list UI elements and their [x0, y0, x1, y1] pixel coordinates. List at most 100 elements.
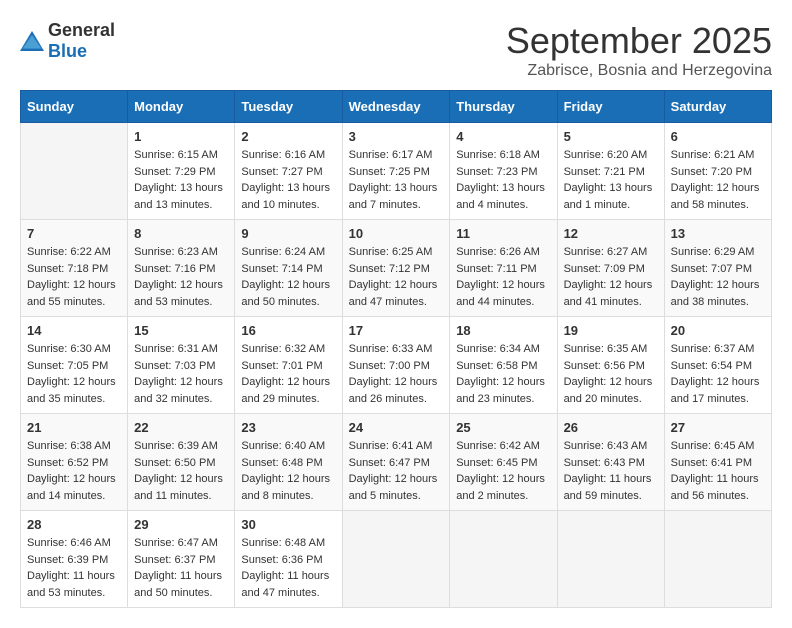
day-info: Sunrise: 6:29 AMSunset: 7:07 PMDaylight:…	[671, 244, 765, 310]
day-cell: 30 Sunrise: 6:48 AMSunset: 6:36 PMDayligh…	[235, 511, 342, 608]
day-number: 13	[671, 226, 765, 241]
weekday-header-thursday: Thursday	[450, 91, 557, 123]
day-cell	[342, 511, 450, 608]
day-cell: 13 Sunrise: 6:29 AMSunset: 7:07 PMDayligh…	[664, 220, 771, 317]
day-info: Sunrise: 6:15 AMSunset: 7:29 PMDaylight:…	[134, 147, 228, 213]
day-info: Sunrise: 6:39 AMSunset: 6:50 PMDaylight:…	[134, 438, 228, 504]
day-info: Sunrise: 6:22 AMSunset: 7:18 PMDaylight:…	[27, 244, 121, 310]
day-cell	[664, 511, 771, 608]
day-cell: 20 Sunrise: 6:37 AMSunset: 6:54 PMDayligh…	[664, 317, 771, 414]
header: General Blue September 2025 Zabrisce, Bo…	[20, 20, 772, 80]
day-number: 20	[671, 323, 765, 338]
day-cell	[557, 511, 664, 608]
day-cell: 29 Sunrise: 6:47 AMSunset: 6:37 PMDayligh…	[128, 511, 235, 608]
day-info: Sunrise: 6:27 AMSunset: 7:09 PMDaylight:…	[564, 244, 658, 310]
day-number: 30	[241, 517, 335, 532]
day-number: 22	[134, 420, 228, 435]
weekday-header-saturday: Saturday	[664, 91, 771, 123]
day-cell: 19Sunrise: 6:35 AMSunset: 6:56 PMDayligh…	[557, 317, 664, 414]
day-info: Sunrise: 6:25 AMSunset: 7:12 PMDaylight:…	[349, 244, 444, 310]
day-info: Sunrise: 6:30 AMSunset: 7:05 PMDaylight:…	[27, 341, 121, 407]
week-row-3: 21 Sunrise: 6:38 AMSunset: 6:52 PMDayligh…	[21, 414, 772, 511]
day-info: Sunrise: 6:31 AMSunset: 7:03 PMDaylight:…	[134, 341, 228, 407]
day-info: Sunrise: 6:34 AMSunset: 6:58 PMDaylight:…	[456, 341, 550, 407]
day-number: 16	[241, 323, 335, 338]
day-cell: 6 Sunrise: 6:21 AMSunset: 7:20 PMDaylight…	[664, 123, 771, 220]
month-title: September 2025	[506, 20, 772, 62]
day-cell: 5 Sunrise: 6:20 AMSunset: 7:21 PMDaylight…	[557, 123, 664, 220]
day-info: Sunrise: 6:18 AMSunset: 7:23 PMDaylight:…	[456, 147, 550, 213]
weekday-header-monday: Monday	[128, 91, 235, 123]
day-cell: 23 Sunrise: 6:40 AMSunset: 6:48 PMDayligh…	[235, 414, 342, 511]
day-number: 18	[456, 323, 550, 338]
day-number: 2	[241, 129, 335, 144]
day-info: Sunrise: 6:21 AMSunset: 7:20 PMDaylight:…	[671, 147, 765, 213]
day-number: 7	[27, 226, 121, 241]
logo-text: General Blue	[48, 20, 115, 62]
day-number: 9	[241, 226, 335, 241]
day-number: 26	[564, 420, 658, 435]
weekday-header-row: SundayMondayTuesdayWednesdayThursdayFrid…	[21, 91, 772, 123]
day-cell: 14 Sunrise: 6:30 AMSunset: 7:05 PMDayligh…	[21, 317, 128, 414]
day-number: 11	[456, 226, 550, 241]
day-cell: 15 Sunrise: 6:31 AMSunset: 7:03 PMDayligh…	[128, 317, 235, 414]
title-section: September 2025 Zabrisce, Bosnia and Herz…	[506, 20, 772, 80]
day-number: 28	[27, 517, 121, 532]
weekday-header-friday: Friday	[557, 91, 664, 123]
day-cell: 22 Sunrise: 6:39 AMSunset: 6:50 PMDayligh…	[128, 414, 235, 511]
day-cell: 27Sunrise: 6:45 AMSunset: 6:41 PMDayligh…	[664, 414, 771, 511]
week-row-4: 28 Sunrise: 6:46 AMSunset: 6:39 PMDayligh…	[21, 511, 772, 608]
day-cell: 1 Sunrise: 6:15 AMSunset: 7:29 PMDaylight…	[128, 123, 235, 220]
day-info: Sunrise: 6:48 AMSunset: 6:36 PMDaylight:…	[241, 535, 335, 601]
day-number: 19	[564, 323, 658, 338]
day-number: 17	[349, 323, 444, 338]
calendar-table: SundayMondayTuesdayWednesdayThursdayFrid…	[20, 90, 772, 608]
day-info: Sunrise: 6:33 AMSunset: 7:00 PMDaylight:…	[349, 341, 444, 407]
day-cell	[21, 123, 128, 220]
weekday-header-sunday: Sunday	[21, 91, 128, 123]
day-info: Sunrise: 6:40 AMSunset: 6:48 PMDaylight:…	[241, 438, 335, 504]
day-number: 10	[349, 226, 444, 241]
day-info: Sunrise: 6:47 AMSunset: 6:37 PMDaylight:…	[134, 535, 228, 601]
week-row-2: 14 Sunrise: 6:30 AMSunset: 7:05 PMDayligh…	[21, 317, 772, 414]
day-info: Sunrise: 6:43 AMSunset: 6:43 PMDaylight:…	[564, 438, 658, 504]
day-cell: 7 Sunrise: 6:22 AMSunset: 7:18 PMDaylight…	[21, 220, 128, 317]
day-number: 23	[241, 420, 335, 435]
day-cell: 8Sunrise: 6:23 AMSunset: 7:16 PMDaylight…	[128, 220, 235, 317]
day-number: 5	[564, 129, 658, 144]
day-cell: 16 Sunrise: 6:32 AMSunset: 7:01 PMDayligh…	[235, 317, 342, 414]
day-number: 6	[671, 129, 765, 144]
day-cell: 24Sunrise: 6:41 AMSunset: 6:47 PMDayligh…	[342, 414, 450, 511]
day-cell	[450, 511, 557, 608]
day-number: 15	[134, 323, 228, 338]
day-info: Sunrise: 6:23 AMSunset: 7:16 PMDaylight:…	[134, 244, 228, 310]
logo-icon	[20, 31, 44, 51]
day-info: Sunrise: 6:26 AMSunset: 7:11 PMDaylight:…	[456, 244, 550, 310]
day-cell: 9 Sunrise: 6:24 AMSunset: 7:14 PMDaylight…	[235, 220, 342, 317]
day-number: 12	[564, 226, 658, 241]
day-info: Sunrise: 6:46 AMSunset: 6:39 PMDaylight:…	[27, 535, 121, 601]
day-info: Sunrise: 6:38 AMSunset: 6:52 PMDaylight:…	[27, 438, 121, 504]
day-number: 1	[134, 129, 228, 144]
day-number: 25	[456, 420, 550, 435]
day-cell: 17 Sunrise: 6:33 AMSunset: 7:00 PMDayligh…	[342, 317, 450, 414]
week-row-0: 1 Sunrise: 6:15 AMSunset: 7:29 PMDaylight…	[21, 123, 772, 220]
day-cell: 26 Sunrise: 6:43 AMSunset: 6:43 PMDayligh…	[557, 414, 664, 511]
day-cell: 18 Sunrise: 6:34 AMSunset: 6:58 PMDayligh…	[450, 317, 557, 414]
day-number: 14	[27, 323, 121, 338]
day-cell: 21 Sunrise: 6:38 AMSunset: 6:52 PMDayligh…	[21, 414, 128, 511]
day-info: Sunrise: 6:45 AMSunset: 6:41 PMDaylight:…	[671, 438, 765, 504]
day-info: Sunrise: 6:20 AMSunset: 7:21 PMDaylight:…	[564, 147, 658, 213]
day-info: Sunrise: 6:24 AMSunset: 7:14 PMDaylight:…	[241, 244, 335, 310]
day-info: Sunrise: 6:37 AMSunset: 6:54 PMDaylight:…	[671, 341, 765, 407]
day-info: Sunrise: 6:41 AMSunset: 6:47 PMDaylight:…	[349, 438, 444, 504]
day-cell: 4Sunrise: 6:18 AMSunset: 7:23 PMDaylight…	[450, 123, 557, 220]
day-number: 29	[134, 517, 228, 532]
day-cell: 28 Sunrise: 6:46 AMSunset: 6:39 PMDayligh…	[21, 511, 128, 608]
weekday-header-tuesday: Tuesday	[235, 91, 342, 123]
day-cell: 3Sunrise: 6:17 AMSunset: 7:25 PMDaylight…	[342, 123, 450, 220]
day-info: Sunrise: 6:17 AMSunset: 7:25 PMDaylight:…	[349, 147, 444, 213]
day-number: 21	[27, 420, 121, 435]
day-info: Sunrise: 6:32 AMSunset: 7:01 PMDaylight:…	[241, 341, 335, 407]
location-subtitle: Zabrisce, Bosnia and Herzegovina	[506, 62, 772, 80]
